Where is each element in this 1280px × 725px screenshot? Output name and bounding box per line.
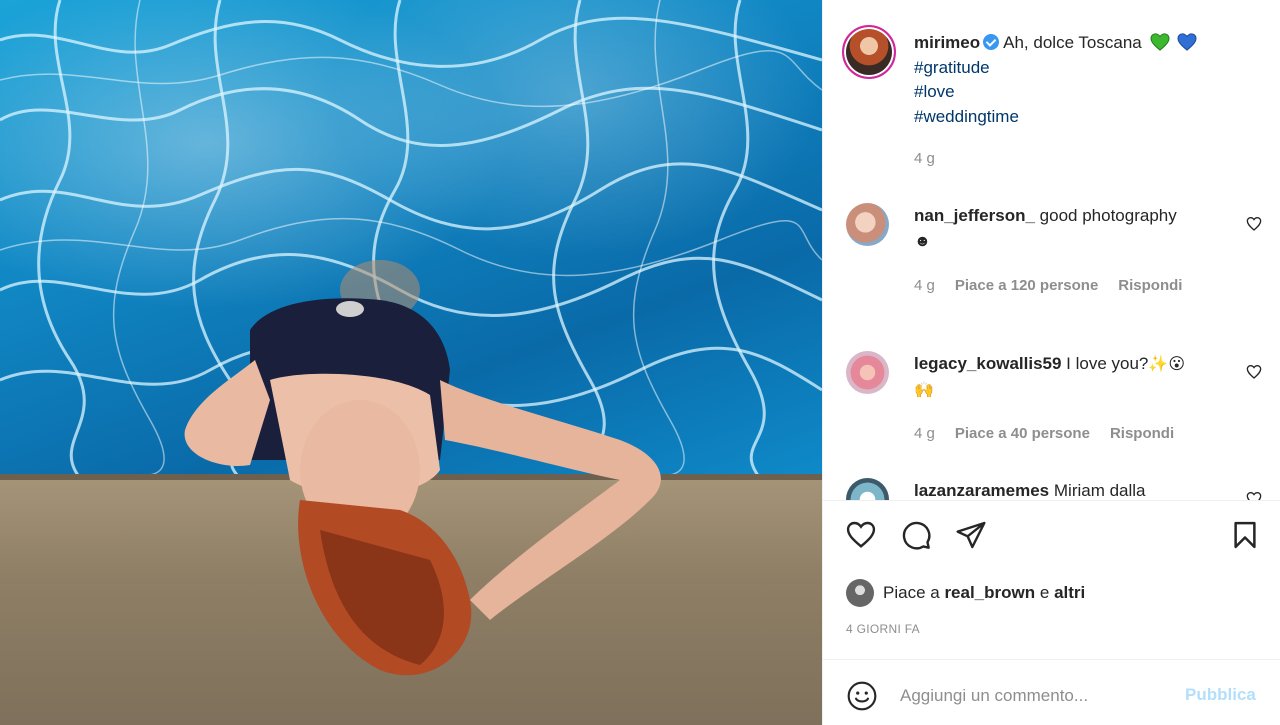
caption-text: Ah, dolce Toscana bbox=[1003, 33, 1142, 52]
liked-by-row: Piace a real_brown e altri bbox=[846, 578, 1085, 608]
commenter-username[interactable]: lazanzaramemes bbox=[914, 481, 1049, 500]
liker-avatar[interactable] bbox=[846, 579, 874, 607]
comment-emoji: ☻ bbox=[914, 232, 931, 250]
comment-body: Miriam dalla bbox=[1053, 481, 1146, 500]
comment-body: I love you? bbox=[1066, 354, 1149, 373]
liked-by-prefix: Piace a bbox=[883, 583, 940, 602]
like-button[interactable] bbox=[844, 518, 878, 552]
divider-line bbox=[823, 500, 1280, 501]
comment-emoji: 🙌 bbox=[914, 381, 934, 399]
post-actions-bar bbox=[823, 518, 1280, 558]
hashtag-link[interactable]: #weddingtime bbox=[914, 105, 1254, 130]
hashtag-link[interactable]: #love bbox=[914, 80, 1254, 105]
author-username[interactable]: mirimeo bbox=[914, 33, 980, 52]
reply-button[interactable]: Rispondi bbox=[1110, 425, 1174, 442]
post-time: 4 g bbox=[914, 150, 935, 167]
commenter-avatar[interactable] bbox=[846, 351, 889, 394]
comments-scroll[interactable]: mirimeo Ah, dolce Toscana #gratitude #lov… bbox=[823, 0, 1280, 500]
comment-likes-count[interactable]: Piace a 40 persone bbox=[955, 425, 1090, 442]
verified-badge-icon bbox=[983, 34, 1000, 50]
comment-time: 4 g bbox=[914, 425, 935, 442]
comment-text: nan_jefferson_ good photography ☻ bbox=[914, 204, 1224, 254]
comment-text: lazanzaramemes Miriam dalla bbox=[914, 479, 1224, 500]
bookmark-icon bbox=[1234, 521, 1256, 549]
liked-by-others-link[interactable]: altri bbox=[1054, 583, 1085, 603]
comment-button[interactable] bbox=[899, 518, 933, 552]
blue-heart-icon bbox=[1177, 33, 1197, 51]
commenter-avatar[interactable] bbox=[846, 478, 889, 500]
share-button[interactable] bbox=[954, 518, 988, 552]
share-icon bbox=[956, 521, 986, 549]
post-side-panel: mirimeo Ah, dolce Toscana #gratitude #lov… bbox=[823, 0, 1280, 725]
comment-emoji: ✨😮 bbox=[1148, 356, 1186, 373]
liked-by-conj: e bbox=[1039, 583, 1050, 602]
save-button[interactable] bbox=[1228, 518, 1262, 552]
commenter-username[interactable]: nan_jefferson_ bbox=[914, 206, 1035, 225]
hashtag-link[interactable]: #gratitude bbox=[914, 56, 1254, 81]
comment-text: legacy_kowallis59 I love you?✨😮 🙌 bbox=[914, 352, 1224, 403]
instagram-post: mirimeo Ah, dolce Toscana #gratitude #lov… bbox=[0, 0, 1280, 725]
smiley-icon[interactable] bbox=[846, 680, 878, 712]
comment-heart-icon[interactable] bbox=[1246, 491, 1262, 500]
publish-button[interactable]: Pubblica bbox=[1185, 685, 1256, 705]
liker-username[interactable]: real_brown bbox=[944, 583, 1035, 603]
swimmer-figure bbox=[184, 260, 661, 676]
comment-likes-count[interactable]: Piace a 120 persone bbox=[955, 277, 1098, 294]
comment-body: good photography bbox=[1039, 206, 1177, 225]
comment-heart-icon[interactable] bbox=[1246, 364, 1262, 380]
post-photo[interactable] bbox=[0, 0, 822, 725]
comment-time: 4 g bbox=[914, 277, 935, 294]
green-heart-icon bbox=[1150, 33, 1169, 51]
comment-input[interactable] bbox=[900, 682, 1170, 710]
commenter-username[interactable]: legacy_kowallis59 bbox=[914, 354, 1061, 373]
post-caption: mirimeo Ah, dolce Toscana #gratitude #lov… bbox=[914, 31, 1254, 129]
author-avatar[interactable] bbox=[842, 25, 896, 79]
comment-meta: 4 g Piace a 120 persone Rispondi bbox=[914, 277, 1182, 294]
comment-icon bbox=[902, 521, 931, 550]
post-date[interactable]: 4 GIORNI FA bbox=[846, 622, 920, 636]
commenter-avatar[interactable] bbox=[846, 203, 889, 246]
reply-button[interactable]: Rispondi bbox=[1118, 277, 1182, 294]
add-comment-form: Pubblica bbox=[823, 660, 1280, 725]
comment-meta: 4 g Piace a 40 persone Rispondi bbox=[914, 425, 1174, 442]
heart-icon bbox=[846, 521, 876, 548]
comment-heart-icon[interactable] bbox=[1246, 216, 1262, 232]
